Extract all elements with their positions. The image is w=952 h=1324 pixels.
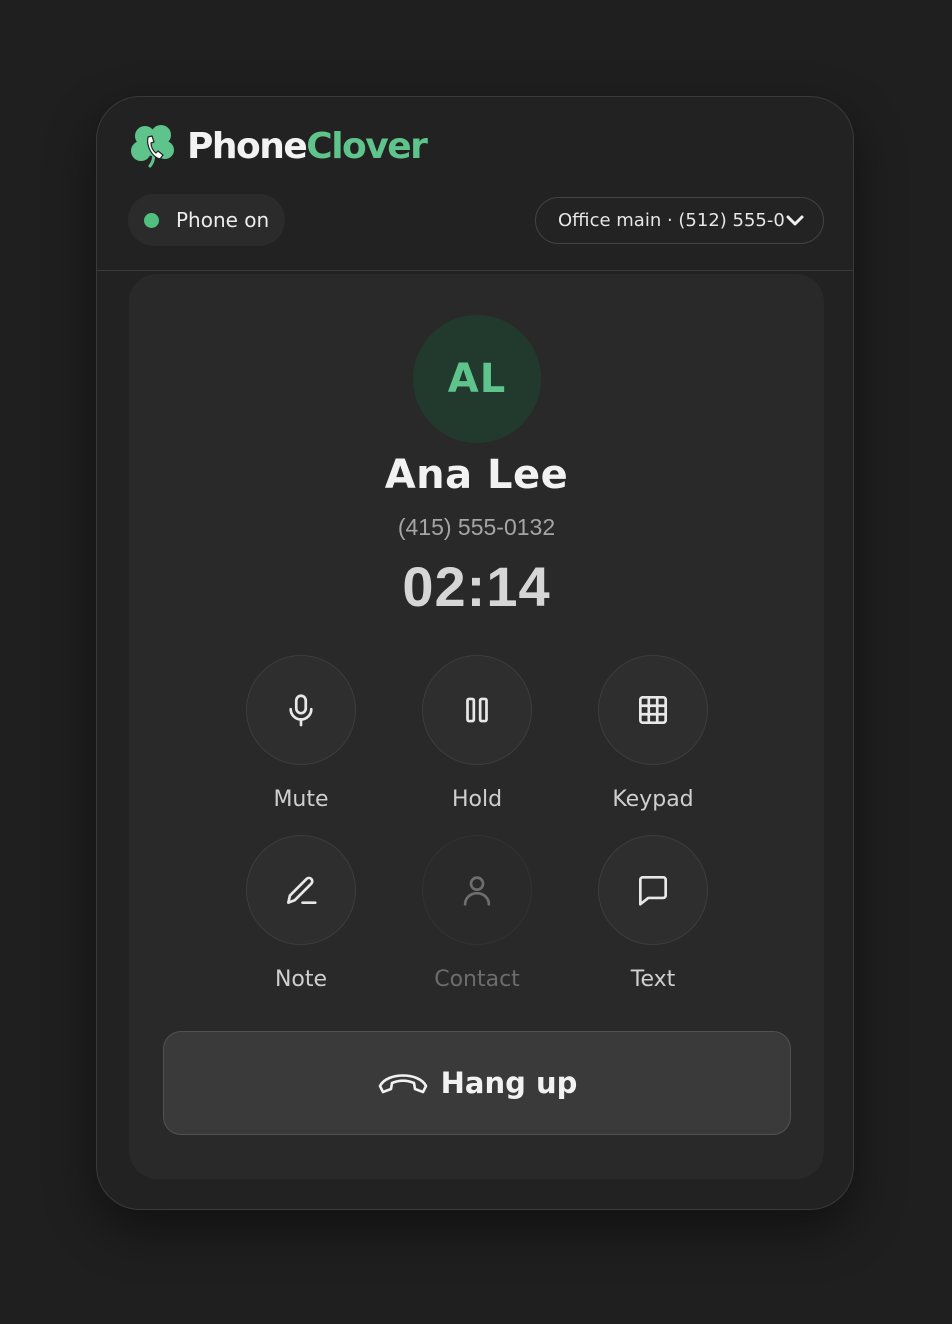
line-selector[interactable]: Office main · (512) 555-0: [535, 197, 824, 244]
hold-label: Hold: [451, 787, 503, 812]
brand-logo: PhoneClover: [129, 121, 428, 173]
phone-status-badge[interactable]: Phone on: [128, 194, 286, 246]
note-button[interactable]: Note: [231, 835, 371, 992]
keypad-button-circle[interactable]: [598, 655, 708, 765]
mute-button[interactable]: Mute: [231, 655, 371, 812]
hold-button-circle[interactable]: [422, 655, 532, 765]
text-button[interactable]: Text: [583, 835, 723, 992]
hold-button[interactable]: Hold: [407, 655, 547, 812]
keypad-label: Keypad: [612, 787, 694, 812]
call-timer: 02:14: [402, 555, 551, 618]
chat-bubble-icon: [638, 875, 668, 906]
mute-label: Mute: [273, 787, 329, 812]
caller-avatar: AL: [413, 315, 541, 443]
pencil-icon: [286, 876, 317, 905]
microphone-icon: [289, 694, 313, 727]
text-label: Text: [630, 967, 676, 992]
keypad-button[interactable]: Keypad: [583, 655, 723, 812]
mute-button-circle[interactable]: [246, 655, 356, 765]
header-divider: [97, 270, 853, 271]
brand-name: PhoneClover: [187, 126, 428, 167]
hang-up-label: Hang up: [440, 1066, 578, 1100]
chevron-down-icon: [786, 215, 804, 225]
note-button-circle[interactable]: [246, 835, 356, 945]
pause-icon: [466, 697, 488, 723]
status-dot: [144, 212, 159, 228]
note-label: Note: [274, 967, 328, 992]
brand-name-part1: Phone: [187, 126, 308, 167]
hang-up-button[interactable]: Hang up: [163, 1031, 791, 1135]
phone-widget: PhoneClover Phone on Office main · (512)…: [96, 96, 854, 1210]
phone-status-label: Phone on: [176, 208, 270, 232]
contact-button[interactable]: Contact: [407, 835, 547, 992]
active-call-panel: AL Ana Lee (415) 555-0132 02:14 Mute Hol…: [129, 274, 824, 1179]
brand-name-part2: Clover: [306, 126, 428, 167]
phone-hangup-icon: [378, 1074, 427, 1094]
grid-icon: [638, 695, 668, 725]
caller-number: (415) 555-0132: [397, 514, 556, 540]
contact-label: Contact: [434, 967, 520, 992]
caller-name: Ana Lee: [384, 452, 569, 498]
caller-initials: AL: [447, 356, 507, 402]
contact-button-circle[interactable]: [422, 835, 532, 945]
line-selector-value: Office main · (512) 555-0: [558, 210, 785, 231]
person-icon: [463, 876, 491, 906]
text-button-circle[interactable]: [598, 835, 708, 945]
clover-phone-icon: [131, 125, 174, 168]
